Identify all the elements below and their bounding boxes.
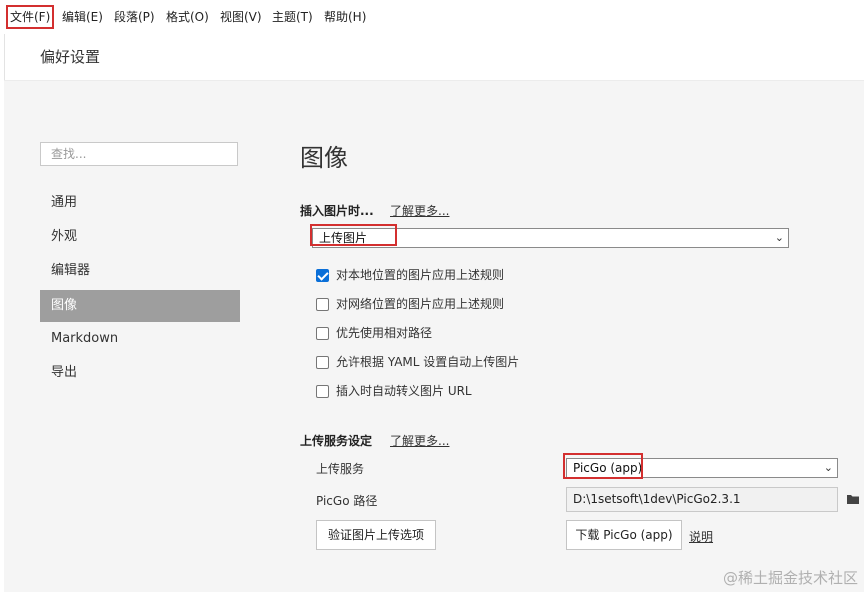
menu-view[interactable]: 视图(V) <box>219 8 263 26</box>
sidebar-item-general[interactable]: 通用 <box>40 187 240 219</box>
watermark: @稀土掘金技术社区 <box>722 569 858 587</box>
menu-format[interactable]: 格式(O) <box>165 8 210 26</box>
download-picgo-button[interactable]: 下载 PicGo (app) <box>566 520 682 550</box>
sidebar-item-appearance[interactable]: 外观 <box>40 221 240 253</box>
option-label: 允许根据 YAML 设置自动上传图片 <box>336 355 520 369</box>
insert-image-label: 插入图片时... <box>300 204 374 218</box>
upload-settings-label: 上传服务设定 <box>300 434 373 448</box>
option-label: 对网络位置的图片应用上述规则 <box>336 297 505 311</box>
help-link[interactable]: 说明 <box>689 528 713 545</box>
sidebar-item-image[interactable]: 图像 <box>40 290 240 322</box>
preferences-title: 偏好设置 <box>40 48 101 66</box>
upload-service-label: 上传服务 <box>316 462 365 476</box>
folder-icon[interactable] <box>846 492 860 506</box>
menu-theme[interactable]: 主题(T) <box>271 8 314 26</box>
verify-upload-button[interactable]: 验证图片上传选项 <box>316 520 436 550</box>
checkbox[interactable] <box>316 356 329 369</box>
insert-action-value: 上传图片 <box>319 231 368 245</box>
learn-more-link[interactable]: 了解更多... <box>390 202 449 219</box>
page-title: 图像 <box>300 144 348 172</box>
sidebar-item-export[interactable]: 导出 <box>40 357 240 389</box>
insert-action-select[interactable]: 上传图片 ⌄ <box>312 228 789 248</box>
picgo-path-label: PicGo 路径 <box>316 494 378 508</box>
sidebar-item-markdown[interactable]: Markdown <box>40 323 240 355</box>
menu-file[interactable]: 文件(F) <box>5 5 55 29</box>
menu-help[interactable]: 帮助(H) <box>323 8 367 26</box>
option-label: 优先使用相对路径 <box>336 326 433 340</box>
picgo-path-field[interactable]: D:\1setsoft\1dev\PicGo2.3.1 <box>566 487 838 512</box>
menu-edit[interactable]: 编辑(E) <box>61 8 104 26</box>
menu-paragraph[interactable]: 段落(P) <box>113 8 156 26</box>
sidebar-item-editor[interactable]: 编辑器 <box>40 255 240 287</box>
menu-bar: 文件(F) 编辑(E) 段落(P) 格式(O) 视图(V) 主题(T) 帮助(H… <box>0 0 864 34</box>
chevron-down-icon: ⌄ <box>774 231 784 244</box>
checkbox[interactable] <box>316 327 329 340</box>
option-label: 插入时自动转义图片 URL <box>336 384 472 398</box>
checkbox[interactable] <box>316 298 329 311</box>
checkbox-checked[interactable] <box>316 269 329 282</box>
chevron-down-icon: ⌄ <box>823 461 833 474</box>
search-input[interactable] <box>40 142 238 166</box>
option-label: 对本地位置的图片应用上述规则 <box>336 268 505 282</box>
upload-service-select[interactable]: PicGo (app) ⌄ <box>566 458 838 478</box>
upload-service-value: PicGo (app) <box>573 461 643 475</box>
upload-learn-more-link[interactable]: 了解更多... <box>390 432 449 449</box>
checkbox[interactable] <box>316 385 329 398</box>
